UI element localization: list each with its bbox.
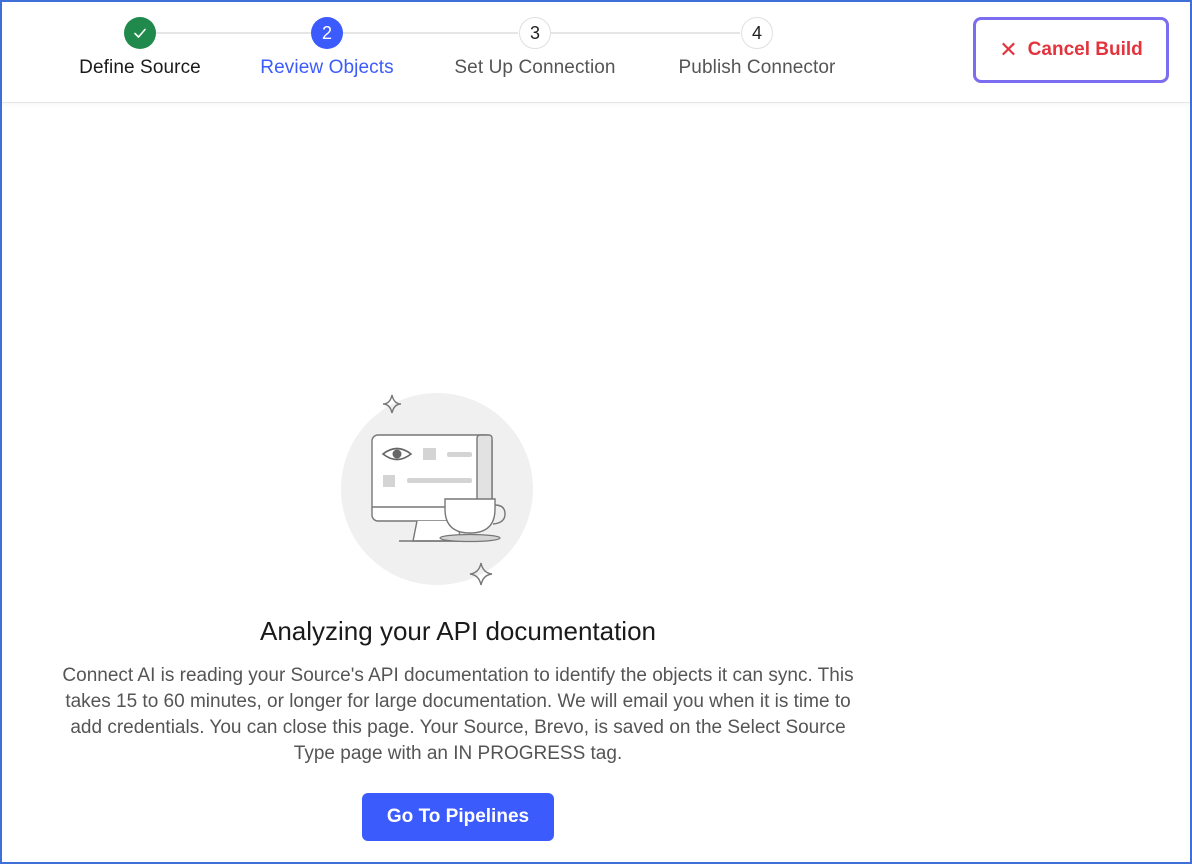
go-to-pipelines-button[interactable]: Go To Pipelines xyxy=(362,793,554,841)
stepper-header: Define Source 2 Review Objects 3 Set Up … xyxy=(2,2,1190,103)
step-connector xyxy=(156,32,312,34)
cancel-build-label: Cancel Build xyxy=(1027,39,1143,60)
step-connector xyxy=(342,32,518,34)
step-4-label: Publish Connector xyxy=(678,57,836,78)
step-4-indicator: 4 xyxy=(741,17,773,49)
step-3-indicator: 3 xyxy=(519,17,551,49)
step-connector xyxy=(550,32,740,34)
step-1-complete-indicator xyxy=(124,17,156,49)
step-2-label: Review Objects xyxy=(260,57,394,78)
step-1-label: Define Source xyxy=(79,57,201,78)
app-frame: Define Source 2 Review Objects 3 Set Up … xyxy=(0,0,1192,864)
check-icon xyxy=(134,28,146,38)
computer-coffee-illustration xyxy=(341,393,533,586)
step-2-indicator: 2 xyxy=(311,17,343,49)
step-3-label: Set Up Connection xyxy=(454,57,616,78)
status-description: Connect AI is reading your Source's API … xyxy=(62,665,854,764)
close-icon: ✕ xyxy=(999,37,1018,62)
cancel-build-button[interactable]: ✕ Cancel Build xyxy=(973,17,1169,83)
page-title: Analyzing your API documentation xyxy=(259,616,657,646)
